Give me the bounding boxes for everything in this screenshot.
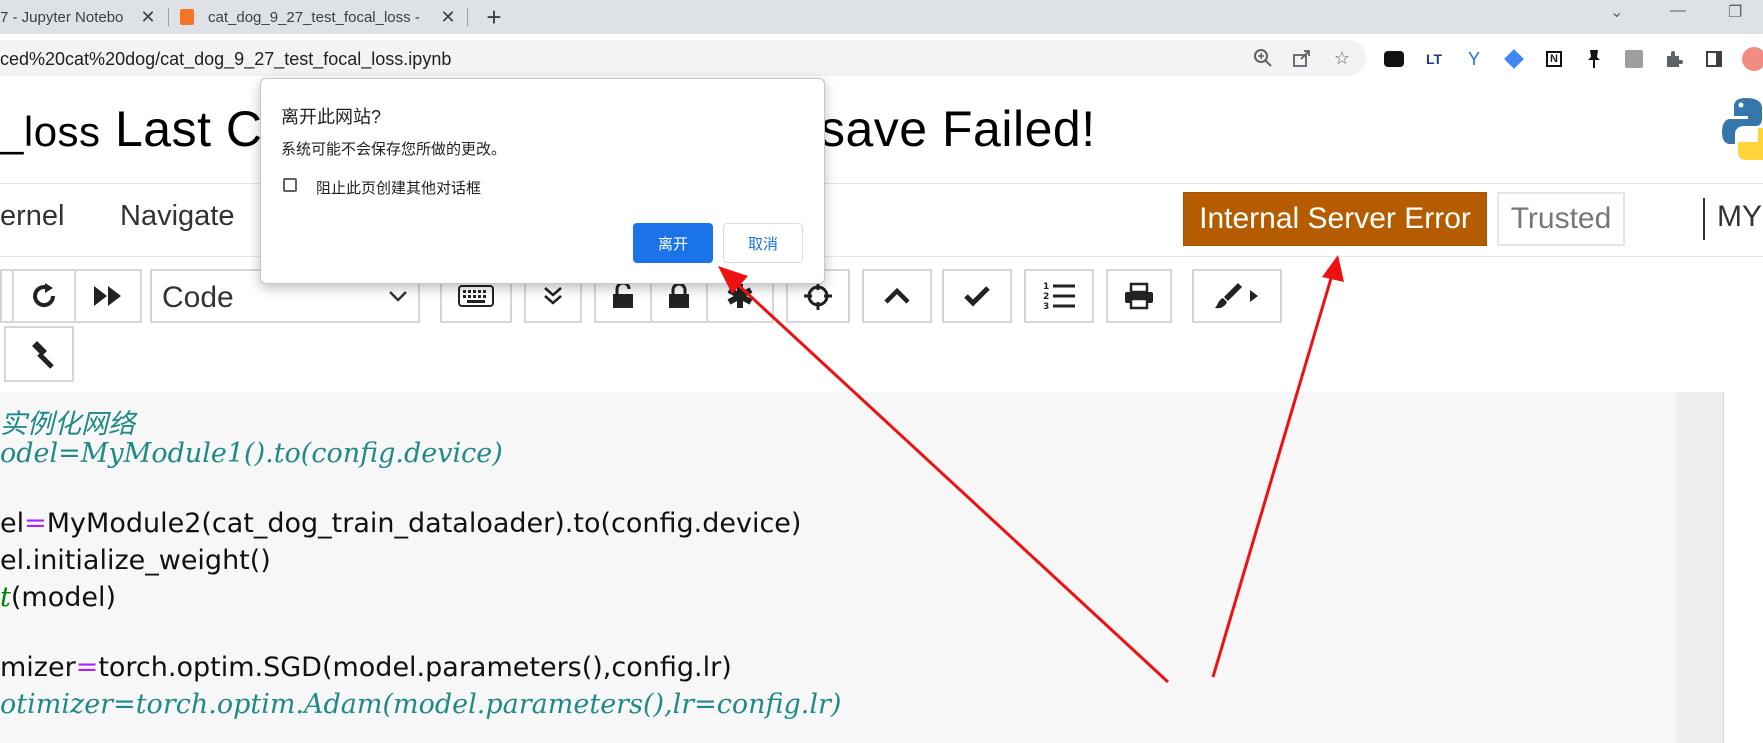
code-line: el.initialize_weight() xyxy=(0,545,271,576)
dialog-title: 离开此网站? xyxy=(281,107,382,127)
notebook-gutter xyxy=(1676,392,1723,743)
double-chevron-down-icon xyxy=(544,287,562,305)
address-bar[interactable]: ced%20cat%20dog/cat_dog_9_27_test_focal_… xyxy=(0,40,1366,76)
share-icon[interactable] xyxy=(1291,47,1313,69)
tab-jupyter-notebook[interactable]: 7 - Jupyter Notebo xyxy=(0,0,150,34)
menu-kernel[interactable]: ernel xyxy=(0,200,65,233)
pin-icon[interactable] xyxy=(1582,47,1606,71)
url-text: ced%20cat%20dog/cat_dog_9_27_test_focal_… xyxy=(0,49,452,69)
code-line: otimizer=torch.optim.Adam(model.paramete… xyxy=(0,689,841,720)
code-cell[interactable]: 实例化网络 odel=MyModule1().to(config.device) e… xyxy=(0,392,1677,743)
kernel-status-indicator[interactable]: Internal Server Error xyxy=(1183,192,1487,246)
unlock-icon xyxy=(613,282,633,308)
print-button[interactable] xyxy=(1106,269,1172,323)
menu-navigate[interactable]: Navigate xyxy=(120,200,234,233)
profile-avatar[interactable] xyxy=(1742,47,1763,71)
browser-tab-strip: 7 - Jupyter Notebo ✕ cat_dog_9_27_test_f… xyxy=(0,0,1763,34)
cell-type-value: Code xyxy=(162,281,234,314)
code-token: otimizer=torch.optim.Adam(model.paramete… xyxy=(0,689,842,720)
extension-icon[interactable] xyxy=(1382,47,1406,71)
code-line: el=MyModule2(cat_dog_train_dataloader).t… xyxy=(0,508,801,539)
bookmark-star-icon[interactable]: ☆ xyxy=(1331,47,1353,69)
checkpoint-label: Last Cl xyxy=(114,101,275,157)
notebook-file-icon xyxy=(180,9,194,25)
notebook-title-bar: _loss Last Cl xyxy=(0,100,274,158)
code-token: 实例化网络 xyxy=(0,409,135,440)
code-line: t(model) xyxy=(0,582,116,613)
python-logo-icon xyxy=(1722,98,1763,160)
fast-forward-icon xyxy=(94,286,121,306)
code-token: odel=MyModule1().to(config.device) xyxy=(0,438,503,469)
close-icon[interactable]: ✕ xyxy=(437,6,459,28)
close-icon[interactable]: ✕ xyxy=(137,6,159,28)
tab-divider xyxy=(168,8,169,26)
asterisk-icon xyxy=(727,284,753,308)
lock-icon xyxy=(669,282,689,308)
code-line: mizer=torch.optim.SGD(model.parameters()… xyxy=(0,652,732,683)
leave-button[interactable]: 离开 xyxy=(633,223,713,263)
chevron-up-icon xyxy=(884,287,910,304)
svg-text:2: 2 xyxy=(1043,292,1049,302)
new-tab-plus-icon[interactable]: + xyxy=(480,2,508,32)
code-token: = xyxy=(24,508,47,539)
code-token: MyModule2(cat_dog_train_dataloader).to(c… xyxy=(46,508,802,539)
leave-site-dialog: 离开此网站? 系统可能不会保存您所做的更改。 阻止此页创建其他对话框 离开 取消 xyxy=(260,78,825,284)
numbered-list-button[interactable]: 123 xyxy=(1024,269,1094,323)
minimize-icon[interactable]: — xyxy=(1670,2,1686,20)
puzzle-extensions-icon[interactable] xyxy=(1662,47,1686,71)
prevent-dialogs-checkbox[interactable] xyxy=(283,178,297,192)
extension-icon[interactable] xyxy=(1502,47,1526,71)
keyboard-icon xyxy=(458,285,494,307)
tab-cat-dog-notebook[interactable]: cat_dog_9_27_test_focal_loss - xyxy=(180,0,435,34)
restore-window-icon[interactable]: ❐ xyxy=(1728,2,1742,22)
code-token: mizer xyxy=(0,652,76,683)
tools-hammer-button[interactable] xyxy=(4,326,74,382)
code-token: torch.optim.SGD(model.parameters(),confi… xyxy=(98,652,732,683)
zoom-icon[interactable] xyxy=(1252,47,1274,69)
mark-done-button[interactable] xyxy=(942,269,1012,323)
arrowhead xyxy=(1322,255,1344,282)
crosshair-icon xyxy=(804,282,832,310)
tab-title: 7 - Jupyter Notebo xyxy=(0,8,124,26)
code-token: el.initialize_weight() xyxy=(0,545,271,576)
svg-text:3: 3 xyxy=(1043,302,1049,311)
code-line: odel=MyModule1().to(config.device) xyxy=(0,438,503,469)
extension-icon[interactable] xyxy=(1622,47,1646,71)
code-token: el xyxy=(0,508,25,539)
tab-search-chevron-icon[interactable]: ⌄ xyxy=(1610,2,1623,22)
theme-brush-button[interactable] xyxy=(1192,269,1282,323)
dialog-message: 系统可能不会保存您所做的更改。 xyxy=(281,141,507,158)
tab-divider xyxy=(467,8,468,26)
extension-icon[interactable]: LT xyxy=(1422,47,1446,71)
notion-icon[interactable]: N xyxy=(1542,47,1566,71)
browser-toolbar: ced%20cat%20dog/cat_dog_9_27_test_focal_… xyxy=(0,34,1763,82)
autosave-status: save Failed! xyxy=(820,101,1096,157)
code-line: 实例化网络 xyxy=(0,402,135,441)
move-up-button[interactable] xyxy=(862,269,932,323)
printer-icon xyxy=(1125,282,1153,310)
refresh-icon xyxy=(33,283,56,308)
code-token: (model) xyxy=(10,582,116,613)
code-token: = xyxy=(75,652,99,683)
menubar-divider xyxy=(1703,198,1705,240)
checkmark-icon xyxy=(964,286,990,307)
notebook-name[interactable]: _loss xyxy=(0,108,101,155)
chevron-down-icon xyxy=(388,283,408,309)
prevent-dialogs-label[interactable]: 阻止此页创建其他对话框 xyxy=(316,177,481,198)
side-panel-icon[interactable] xyxy=(1702,47,1726,71)
code-token: t xyxy=(0,582,11,613)
extension-icon[interactable]: Y xyxy=(1462,47,1486,71)
page-scrollbar[interactable] xyxy=(1723,392,1763,743)
restart-run-all-button[interactable] xyxy=(74,269,142,323)
numbered-list-icon: 123 xyxy=(1043,282,1075,311)
tab-title: cat_dog_9_27_test_focal_loss - xyxy=(208,8,420,26)
restart-kernel-button[interactable] xyxy=(12,269,76,323)
cancel-button[interactable]: 取消 xyxy=(723,223,803,263)
hammer-icon xyxy=(32,341,54,369)
svg-text:1: 1 xyxy=(1043,282,1049,292)
user-label[interactable]: MY xyxy=(1717,200,1762,234)
trusted-indicator[interactable]: Trusted xyxy=(1497,192,1625,246)
paintbrush-icon xyxy=(1215,283,1258,309)
